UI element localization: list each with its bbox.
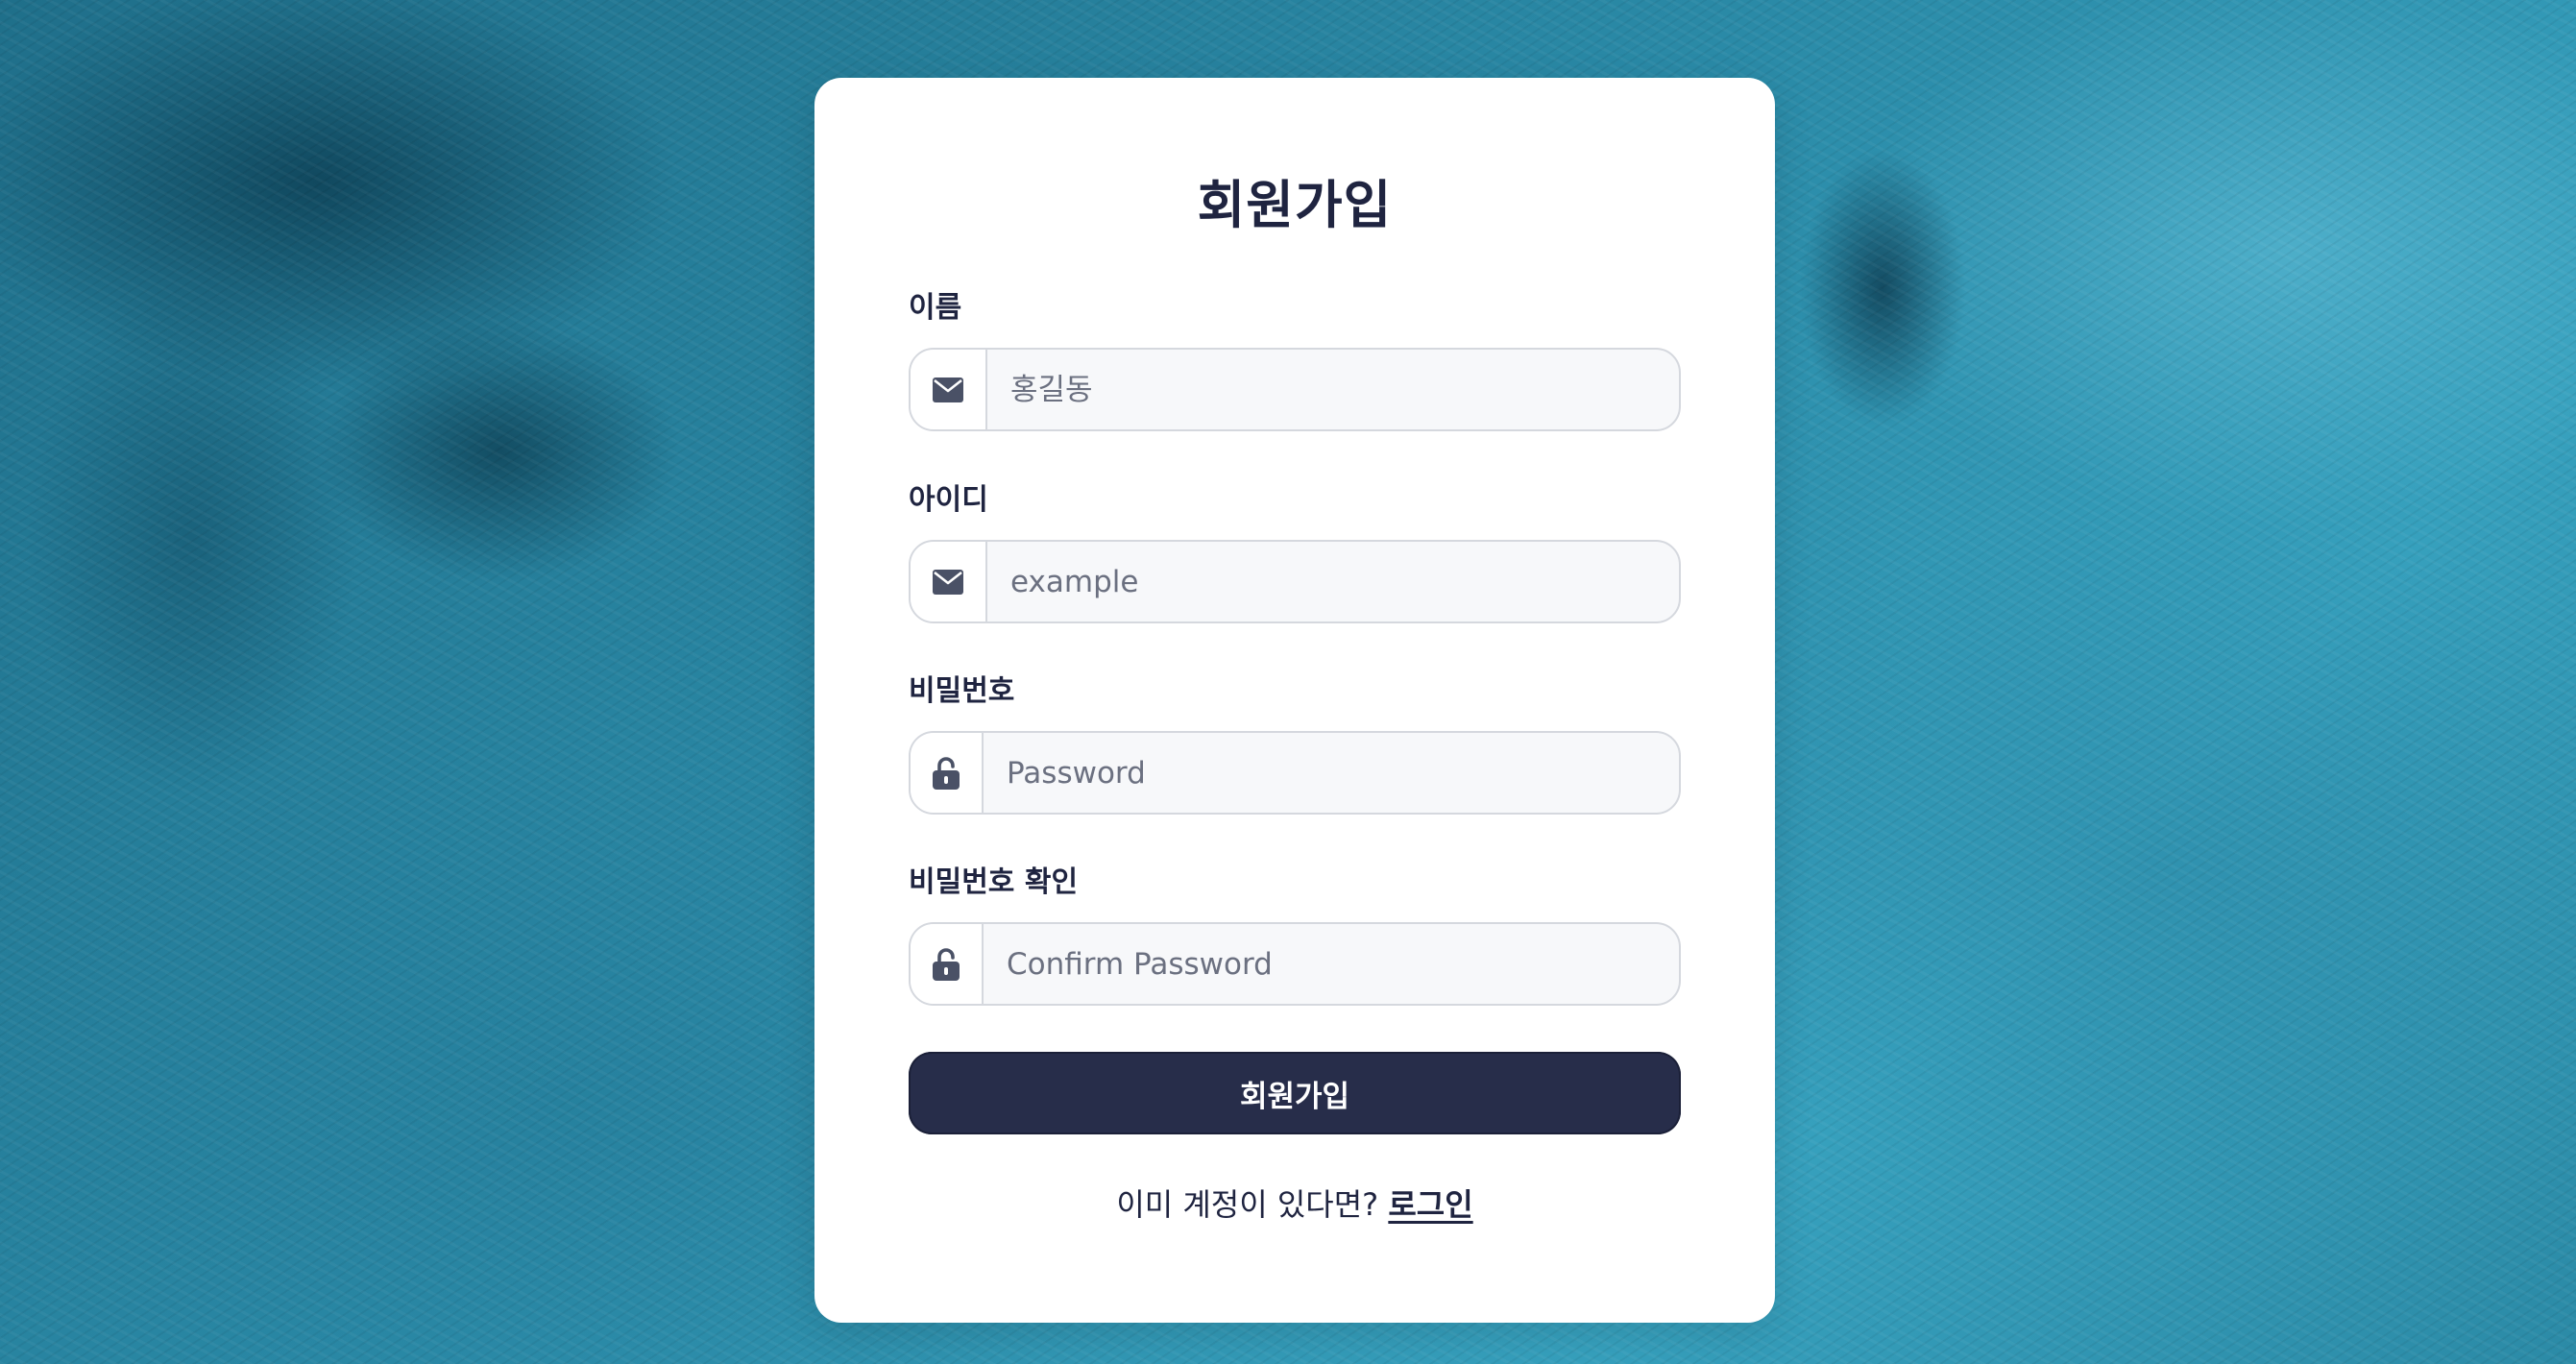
signup-card: 회원가입 이름 아이디 비밀번호 xyxy=(814,78,1775,1323)
password-label: 비밀번호 xyxy=(909,674,1015,708)
confirm-password-label: 비밀번호 확인 xyxy=(909,865,1079,899)
login-prompt: 이미 계정이 있다면? 로그인 xyxy=(814,1181,1775,1225)
name-label: 이름 xyxy=(909,291,962,325)
id-input[interactable] xyxy=(987,542,1679,621)
name-input[interactable] xyxy=(987,350,1679,429)
login-link[interactable]: 로그인 xyxy=(1388,1186,1472,1223)
password-input[interactable] xyxy=(984,733,1679,813)
envelope-icon xyxy=(911,542,987,621)
login-prompt-text: 이미 계정이 있다면? xyxy=(1116,1186,1379,1223)
confirm-password-input-group xyxy=(909,922,1681,1006)
signup-button[interactable]: 회원가입 xyxy=(909,1052,1681,1134)
unlock-icon xyxy=(911,733,984,813)
envelope-icon xyxy=(911,350,987,429)
unlock-icon xyxy=(911,924,984,1004)
page-title: 회원가입 xyxy=(1197,175,1393,235)
confirm-password-input[interactable] xyxy=(984,924,1679,1004)
id-input-group xyxy=(909,540,1681,623)
id-label: 아이디 xyxy=(909,483,988,517)
name-input-group xyxy=(909,348,1681,431)
password-input-group xyxy=(909,731,1681,815)
